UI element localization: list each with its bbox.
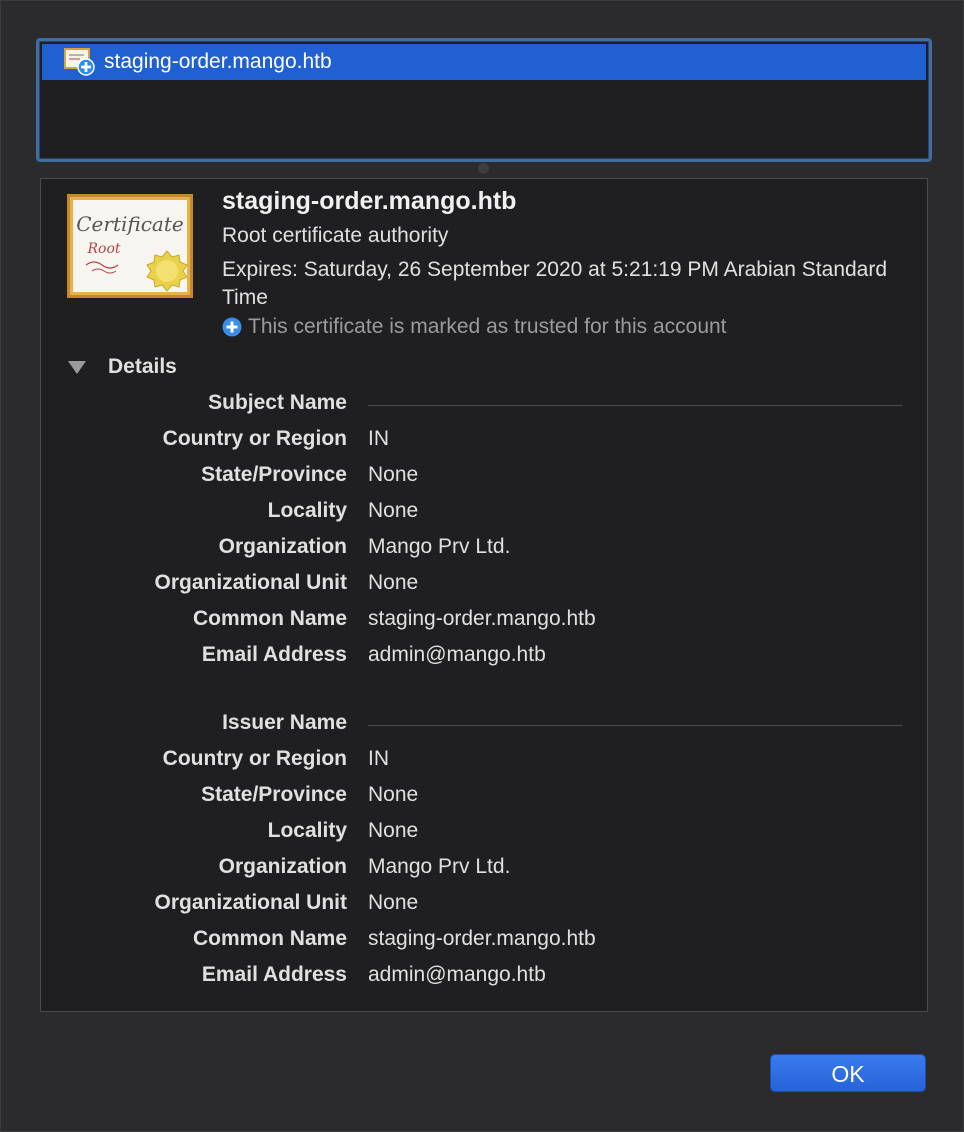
field-value: None [368, 891, 419, 914]
issuer-name-label: Issuer Name [222, 711, 347, 734]
plus-circle-icon [222, 317, 242, 337]
splitter-handle[interactable] [478, 163, 489, 174]
field-value: Mango Prv Ltd. [368, 855, 511, 878]
certificate-expiry: Expires: Saturday, 26 September 2020 at … [222, 258, 888, 309]
field-label: Locality [267, 819, 347, 842]
field-label: Email Address [201, 643, 347, 666]
certificate-subtitle: Root certificate authority [222, 224, 449, 247]
field-label: Country or Region [162, 427, 347, 450]
ok-button[interactable]: OK [770, 1054, 926, 1092]
details-label: Details [108, 355, 177, 378]
field-label: Common Name [192, 927, 347, 950]
certificate-list-item-label: staging-order.mango.htb [104, 50, 332, 73]
field-value: None [368, 571, 419, 594]
subject-country-row: Country or Region IN [41, 427, 927, 457]
certificate-list[interactable]: staging-order.mango.htb [36, 38, 932, 162]
field-label: Email Address [201, 963, 347, 986]
issuer-state-row: State/Province None [41, 783, 927, 813]
subject-name-header: Subject Name [41, 391, 927, 421]
subject-name-label: Subject Name [208, 391, 347, 414]
certificate-title: staging-order.mango.htb [222, 187, 517, 215]
field-value: IN [368, 427, 389, 450]
field-label: Locality [267, 499, 347, 522]
field-label: Common Name [192, 607, 347, 630]
field-value: None [368, 819, 419, 842]
certificate-detail-panel: Certificate Root staging-order.mango.htb… [40, 178, 928, 1012]
field-value: staging-order.mango.htb [368, 607, 596, 630]
trust-status: This certificate is marked as trusted fo… [222, 315, 727, 339]
disclosure-triangle-icon[interactable] [67, 359, 87, 375]
field-value: IN [368, 747, 389, 770]
issuer-organization-row: Organization Mango Prv Ltd. [41, 855, 927, 885]
issuer-locality-row: Locality None [41, 819, 927, 849]
issuer-name-header: Issuer Name [41, 711, 927, 741]
certificate-root-icon: Certificate Root [66, 193, 194, 299]
subject-org-unit-row: Organizational Unit None [41, 571, 927, 601]
section-divider [368, 725, 902, 726]
field-label: State/Province [201, 463, 347, 486]
field-value: None [368, 499, 419, 522]
certificate-trusted-icon [64, 48, 96, 76]
field-label: Organization [218, 535, 347, 558]
issuer-common-name-row: Common Name staging-order.mango.htb [41, 927, 927, 957]
subject-email-row: Email Address admin@mango.htb [41, 643, 927, 673]
certificate-image-title: Certificate [76, 212, 183, 236]
certificate-list-item[interactable]: staging-order.mango.htb [42, 44, 926, 80]
subject-common-name-row: Common Name staging-order.mango.htb [41, 607, 927, 637]
section-divider [368, 405, 902, 406]
details-disclosure[interactable]: Details [67, 355, 177, 379]
field-label: Organizational Unit [154, 891, 347, 914]
field-value: admin@mango.htb [368, 963, 546, 986]
subject-organization-row: Organization Mango Prv Ltd. [41, 535, 927, 565]
field-value: None [368, 783, 419, 806]
issuer-country-row: Country or Region IN [41, 747, 927, 777]
field-label: Organization [218, 855, 347, 878]
certificate-image-sub: Root [86, 241, 120, 257]
subject-state-row: State/Province None [41, 463, 927, 493]
subject-locality-row: Locality None [41, 499, 927, 529]
field-label: State/Province [201, 783, 347, 806]
field-value: staging-order.mango.htb [368, 927, 596, 950]
field-value: Mango Prv Ltd. [368, 535, 511, 558]
issuer-org-unit-row: Organizational Unit None [41, 891, 927, 921]
field-value: None [368, 463, 419, 486]
field-label: Organizational Unit [154, 571, 347, 594]
field-value: admin@mango.htb [368, 643, 546, 666]
trust-status-text: This certificate is marked as trusted fo… [248, 315, 727, 338]
field-label: Country or Region [162, 747, 347, 770]
issuer-email-row: Email Address admin@mango.htb [41, 963, 927, 993]
